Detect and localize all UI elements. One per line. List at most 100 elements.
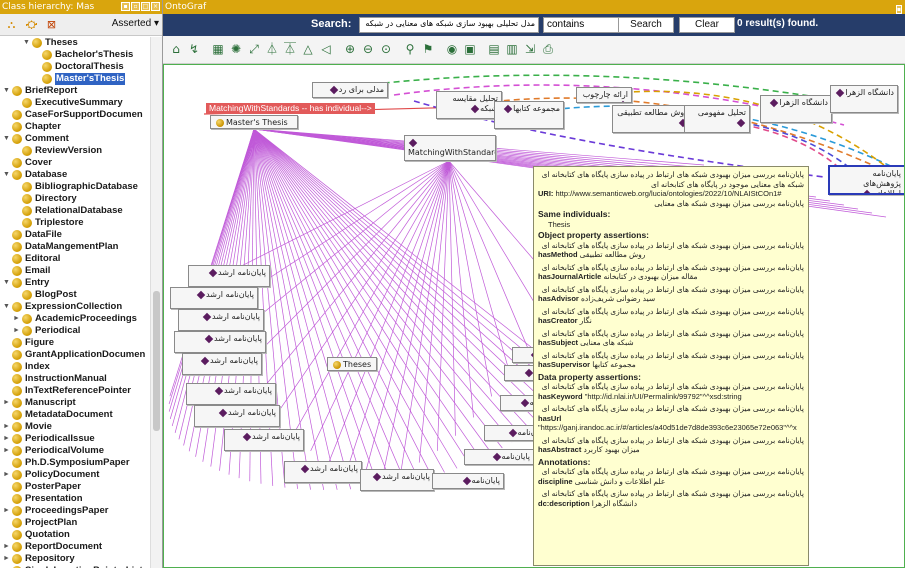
graph-canvas[interactable]: MatchingWithStandards -- has individual-… [163,64,905,568]
tree-item[interactable]: GrantApplicationDocumen [2,349,145,361]
expand-arrow-icon[interactable]: ► [2,445,11,457]
horizontal-tree-right-icon[interactable]: ◁ [319,42,333,56]
search-button[interactable]: Search [618,17,674,33]
clear-button[interactable]: Clear [679,17,735,33]
tree-item[interactable]: ► Movie [2,421,52,433]
expand-arrow-icon[interactable]: ► [2,397,11,409]
tree-item[interactable]: Chapter [2,121,61,133]
expand-icon[interactable]: ↯ [187,42,201,56]
expand-arrow-icon[interactable]: ► [12,313,21,325]
node-left-7[interactable]: پایان‌نامه ارشد [194,405,280,427]
tree-item[interactable]: ▼ ExpressionCollection [2,301,122,313]
collapse-arrow-icon[interactable]: ▼ [2,85,11,97]
expand-arrow-icon[interactable]: ► [12,325,21,337]
node-top-4[interactable]: ارائه چارچوب [576,87,632,103]
tree-item[interactable]: Directory [12,193,77,205]
collapse-arrow-icon[interactable]: ▼ [2,277,11,289]
tree-item[interactable]: RelationalDatabase [12,205,123,217]
tree-item[interactable]: PosterPaper [2,481,81,493]
class-tree-scrollbar[interactable] [150,37,162,568]
tree-item[interactable]: ► PeriodicalIssue [2,433,95,445]
image-export-icon[interactable]: ▣ [463,42,477,56]
collapse-arrow-icon[interactable]: ▼ [2,169,11,181]
tree-layout-up-icon[interactable]: ⏄ [283,42,297,56]
node-bottom-1[interactable]: پایان‌نامه ارشد [284,461,362,483]
maximize-icon[interactable]: □ [141,2,150,11]
asserted-dropdown[interactable]: Asserted ▾ [112,18,159,29]
tree-item[interactable]: DataFile [2,229,62,241]
radial-layout-icon[interactable]: ✺ [229,42,243,56]
tree-item[interactable]: ▼ Database [2,169,67,181]
expand-arrow-icon[interactable]: ► [2,421,11,433]
tree-item[interactable]: Ph.D.SymposiumPaper [2,457,130,469]
tree-item[interactable]: CaseForSupportDocumen [2,109,143,121]
node-top-8[interactable]: دانشگاه الزهرا [830,85,898,113]
node-left-2[interactable]: پایان‌نامه ارشد [170,287,258,309]
tree-item[interactable]: DataMangementPlan [2,241,118,253]
pin-icon[interactable]: ▪ [121,2,130,11]
expand-arrow-icon[interactable]: ► [2,433,11,445]
open-icon[interactable]: ▥ [505,42,519,56]
tree-item[interactable]: BibliographicDatabase [12,181,138,193]
node-top-7[interactable]: تحلیل مفهومی [684,105,750,133]
tree-item[interactable]: Cover [2,157,52,169]
node-bottom-2[interactable]: پایان‌نامه ارشد [360,469,434,491]
tree-item[interactable]: Index [2,361,50,373]
view-icon[interactable]: ◉ [445,42,459,56]
tree-item[interactable]: ► ReportDocument [2,541,102,553]
tree-item[interactable]: DoctoralThesis [32,61,124,73]
collapse-arrow-icon[interactable]: ▼ [2,133,11,145]
tree-item[interactable]: ProjectPlan [2,517,77,529]
grid-layout-icon[interactable]: ▦ [211,42,225,56]
tree-layout-down-icon[interactable]: ⏃ [265,42,279,56]
filter-node-icon[interactable]: ⚲ [403,42,417,56]
node-theses[interactable]: Theses [327,357,377,371]
tree-item[interactable]: Master'sThesis [32,73,126,85]
tree-item[interactable]: Triplestore [12,217,84,229]
tree-item[interactable]: ► Repository [2,553,75,565]
tree-item[interactable]: Bachelor'sThesis [32,49,133,61]
scrollbar-thumb[interactable] [153,291,160,431]
zoom-in-icon[interactable]: ⊕ [343,42,357,56]
home-icon[interactable]: ⌂ [169,42,183,56]
tree-item[interactable]: Presentation [2,493,83,505]
tree-item[interactable]: ► Periodical [12,325,80,337]
tree-item[interactable]: InstructionManual [2,373,107,385]
panel-options-icon[interactable]: ▪ [895,5,902,14]
tree-item[interactable]: ► Manuscript [2,397,76,409]
export-icon[interactable]: ⇲ [523,42,537,56]
node-top-5[interactable]: روش مطالعه تطبیقی [612,105,692,133]
zoom-fit-icon[interactable]: ⊙ [379,42,393,56]
tree-item[interactable]: Email [2,265,50,277]
tree-item[interactable]: BlogPost [12,289,77,301]
tree-item[interactable]: ▼ BriefReport [2,85,77,97]
node-left-6[interactable]: پایان‌نامه ارشد [186,383,276,405]
spring-layout-icon[interactable]: ⤢ [247,42,261,56]
restore-icon[interactable]: ▫ [131,2,140,11]
tree-item[interactable]: ► ProceedingsPaper [2,505,108,517]
tree-item[interactable]: InTextReferencePointer [2,385,131,397]
node-top-6[interactable]: دانشگاه الزهرا [760,95,832,123]
node-left-8[interactable]: پایان‌نامه ارشد [224,429,304,451]
search-input[interactable]: مدل تحلیلی بهبود سازی شبکه های معنایی در… [359,17,539,33]
save-icon[interactable]: ▤ [487,42,501,56]
node-masters-thesis[interactable]: Master's Thesis [210,115,298,129]
tree-item[interactable]: Editoral [2,253,60,265]
tree-item[interactable]: ReviewVersion [12,145,102,157]
tree-item[interactable]: Figure [2,337,54,349]
expand-arrow-icon[interactable]: ► [2,541,11,553]
tree-item[interactable]: ▼ Comment [2,133,69,145]
tree-item[interactable]: MetadataDocument [2,409,113,421]
collapse-arrow-icon[interactable]: ▼ [22,37,31,49]
tree-item[interactable]: ► AcademicProceedings [12,313,137,325]
node-left-5[interactable]: پایان‌نامه ارشد [182,353,262,375]
tree-item[interactable]: ► PolicyDocument [2,469,99,481]
zoom-out-icon[interactable]: ⊖ [361,42,375,56]
node-top-2[interactable]: تحلیل مقایسه شبکه [436,91,502,119]
print-icon[interactable]: ⎙ [541,42,555,56]
node-top-3[interactable]: مجموعه کتابها [494,101,564,129]
tree-item[interactable]: Quotation [2,529,70,541]
node-left-4[interactable]: پایان‌نامه ارشد [174,331,266,353]
node-right-6[interactable]: پایان‌نامه [432,473,504,489]
horizontal-tree-icon[interactable]: △ [301,42,315,56]
